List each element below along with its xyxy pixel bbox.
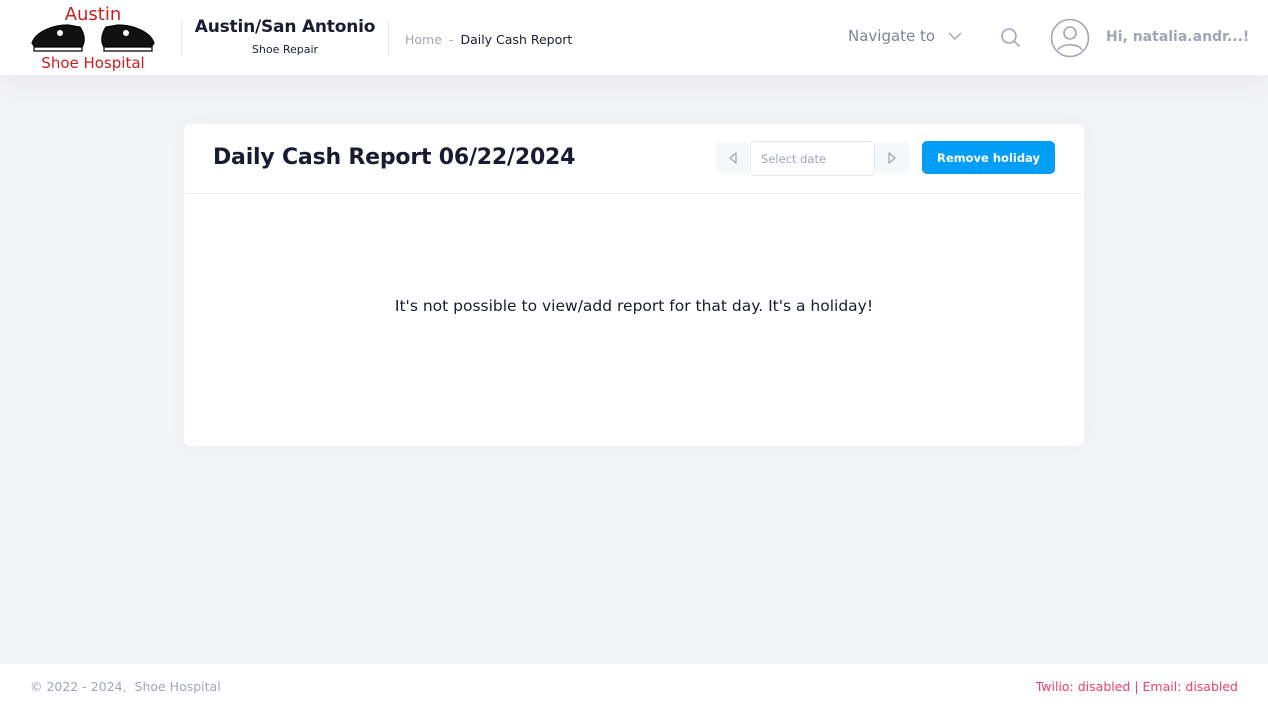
date-picker-input[interactable]: [750, 141, 875, 176]
integration-status: Twilio: disabled | Email: disabled: [1035, 679, 1238, 694]
breadcrumb-current: Daily Cash Report: [460, 32, 573, 47]
logo-text-top: Austin: [65, 4, 122, 25]
logo-link[interactable]: Austin Shoe Hospital: [30, 3, 156, 73]
navigate-to-label: Navigate to: [848, 27, 936, 45]
daily-cash-report-card: Daily Cash Report 06/22/2024 Remove holi…: [184, 124, 1084, 446]
chevron-down-icon: [948, 32, 962, 41]
footer: © 2022 - 2024, Shoe Hospital Twilio: dis…: [0, 664, 1268, 709]
holiday-message: It's not possible to view/add report for…: [394, 297, 874, 315]
top-header: Austin Shoe Hospital Austin/San Antonio …: [0, 0, 1268, 75]
remove-holiday-button[interactable]: Remove holiday: [922, 141, 1055, 174]
footer-company-link[interactable]: Shoe Hospital: [135, 679, 221, 694]
navigate-to-dropdown[interactable]: Navigate to: [848, 27, 963, 45]
page-title: Daily Cash Report 06/22/2024: [213, 145, 576, 170]
brand-block: Austin/San Antonio Shoe Repair: [181, 17, 389, 56]
logo-icon: Austin Shoe Hospital: [31, 4, 155, 72]
footer-copyright: © 2022 - 2024, Shoe Hospital: [30, 679, 221, 694]
breadcrumb-separator: -: [448, 32, 454, 47]
next-date-button[interactable]: [875, 142, 909, 174]
search-icon[interactable]: [1000, 27, 1021, 48]
previous-date-button[interactable]: [716, 142, 750, 174]
copyright-text: © 2022 - 2024,: [30, 679, 127, 694]
brand-title: Austin/San Antonio: [194, 17, 376, 37]
brand-subtitle: Shoe Repair: [251, 43, 319, 56]
user-avatar-icon[interactable]: [1050, 18, 1090, 58]
caret-left-icon: [729, 152, 737, 164]
caret-right-icon: [888, 152, 896, 164]
breadcrumb: Home - Daily Cash Report: [405, 32, 572, 47]
breadcrumb-home-link[interactable]: Home: [405, 32, 442, 47]
logo-text-bottom: Shoe Hospital: [41, 54, 144, 72]
user-greeting[interactable]: Hi, natalia.andr...!: [1106, 29, 1249, 45]
card-header: Daily Cash Report 06/22/2024 Remove holi…: [184, 124, 1084, 194]
